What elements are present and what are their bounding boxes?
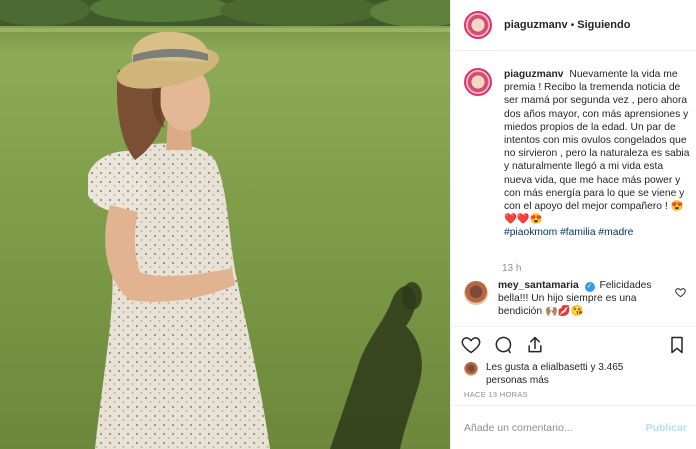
comment-input[interactable]: [464, 421, 634, 434]
comment-text: mey_santamaria ✓ Felicidades bella!!! Un…: [498, 279, 676, 319]
caption-body: Nuevamente la vida me premia ! Recibo la…: [504, 69, 690, 226]
comment-username[interactable]: mey_santamaria: [498, 280, 579, 291]
post-photo[interactable]: [0, 0, 450, 449]
instagram-post: piaguzmanv • Siguiendo piaguzmanv Nuevam…: [0, 0, 696, 449]
author-avatar[interactable]: [464, 11, 492, 39]
liker-avatar[interactable]: [464, 362, 478, 376]
caption-time: 13 h: [502, 263, 522, 274]
caption-hashtags[interactable]: #piaokmom #familia #madre: [504, 227, 633, 238]
comments-area[interactable]: piaguzmanv Nuevamente la vida me premia …: [451, 52, 696, 326]
caption-text: piaguzmanv Nuevamente la vida me premia …: [504, 68, 692, 240]
post-timestamp: HACE 13 HORAS: [464, 390, 528, 399]
action-icons: [461, 335, 545, 358]
likes-text[interactable]: Les gusta a elialbasetti y 3.465 persona…: [486, 361, 646, 387]
publish-button[interactable]: Publicar: [646, 422, 687, 434]
following-button[interactable]: Siguiendo: [577, 19, 630, 31]
likes-summary: Les gusta a elialbasetti y 3.465 persona…: [464, 361, 646, 387]
share-icon[interactable]: [525, 335, 545, 358]
add-comment-bar: Publicar: [451, 405, 696, 449]
comment-icon[interactable]: [493, 335, 513, 358]
post-side-panel: piaguzmanv • Siguiendo piaguzmanv Nuevam…: [450, 0, 696, 449]
comment-like-heart-icon[interactable]: [675, 287, 686, 301]
comment-item: mey_santamaria ✓ Felicidades bella!!! Un…: [464, 279, 694, 319]
photo-illustration: [0, 0, 450, 449]
heart-icon[interactable]: [461, 335, 481, 358]
caption-avatar[interactable]: [464, 68, 492, 96]
verified-badge-icon: ✓: [584, 282, 595, 292]
caption-username[interactable]: piaguzmanv: [504, 69, 564, 80]
commenter-avatar[interactable]: [464, 281, 488, 305]
caption: piaguzmanv Nuevamente la vida me premia …: [464, 68, 694, 240]
post-header: piaguzmanv • Siguiendo: [451, 0, 696, 51]
post-actions: Les gusta a elialbasetti y 3.465 persona…: [451, 326, 696, 405]
separator-dot: •: [570, 19, 575, 31]
bookmark-icon[interactable]: [667, 335, 687, 358]
author-username[interactable]: piaguzmanv: [504, 19, 568, 31]
